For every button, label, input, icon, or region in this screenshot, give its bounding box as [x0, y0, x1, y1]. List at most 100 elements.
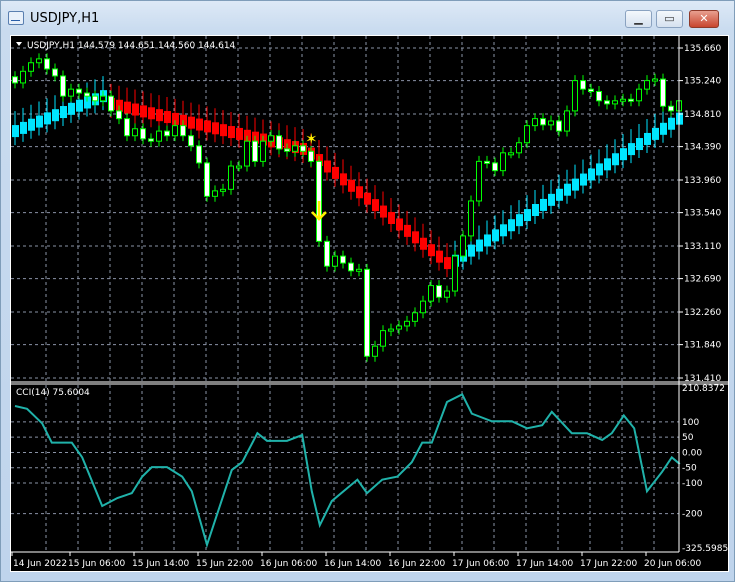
candle	[604, 100, 610, 105]
maximize-icon: ▭	[664, 12, 675, 25]
candle	[508, 152, 514, 156]
candle	[588, 88, 594, 92]
overlay-bar	[396, 218, 403, 231]
close-button[interactable]: ✕	[689, 10, 719, 28]
dropdown-triangle-icon[interactable]	[16, 42, 22, 46]
price-axis-label: 135.240	[684, 77, 721, 87]
candles	[12, 53, 682, 362]
overlay-bar	[156, 109, 163, 122]
cci-indicator	[14, 393, 681, 549]
candle	[492, 162, 498, 172]
overlay-bar	[524, 209, 531, 222]
overlay-bar	[332, 166, 339, 179]
candle	[92, 95, 98, 102]
candle	[572, 80, 578, 112]
cci-line	[14, 393, 681, 549]
candle	[228, 165, 234, 190]
candle	[164, 130, 170, 137]
candle	[252, 140, 258, 162]
time-axis-label: 14 Jun 2022	[13, 559, 67, 569]
candle	[420, 300, 426, 314]
overlay-bar	[44, 112, 51, 125]
overlay-bar	[404, 224, 411, 237]
chart-area[interactable]: ✶ 135.660 135.240 134.810 134.390 133.960 133…	[10, 35, 729, 572]
cci-label: CCI(14) 75.6004	[16, 388, 90, 398]
overlay-bar	[340, 173, 347, 186]
overlay-bar	[660, 122, 667, 135]
candle	[380, 330, 386, 347]
overlay-bar	[60, 106, 67, 119]
overlay-bar	[628, 143, 635, 156]
candle	[116, 110, 122, 120]
overlay-bar	[420, 237, 427, 250]
star-icon: ✶	[305, 130, 318, 148]
overlay-bar	[124, 101, 131, 114]
overlay-bar	[556, 188, 563, 201]
time-axis-label: 15 Jun 22:00	[196, 559, 253, 569]
candle	[460, 235, 466, 257]
candle	[28, 62, 34, 72]
candle	[324, 240, 330, 267]
candle	[668, 105, 674, 112]
candle	[148, 138, 154, 142]
overlay-bar	[76, 99, 83, 112]
candle	[60, 75, 66, 97]
overlay-bar	[36, 115, 43, 128]
overlay-bar	[28, 118, 35, 131]
chart-header: USDJPY,H1 144.579 144.651 144.560 144.61…	[16, 41, 236, 51]
candle	[332, 255, 338, 267]
overlay-bar	[68, 102, 75, 115]
overlay-bar	[508, 219, 515, 232]
candle	[388, 328, 394, 332]
price-axis-label: 132.260	[684, 308, 721, 318]
cci-axis-label: -200	[682, 510, 703, 520]
candle	[564, 110, 570, 132]
time-axis-label: 15 Jun 06:00	[68, 559, 125, 569]
arrow-down-icon	[311, 201, 327, 221]
overlay-bar	[652, 127, 659, 140]
candle	[452, 255, 458, 292]
minimize-button[interactable]: ▁	[625, 10, 652, 28]
overlay-bar	[52, 109, 59, 122]
candle	[292, 145, 298, 152]
candle	[660, 78, 666, 107]
candle	[396, 325, 402, 330]
overlay-bar	[148, 107, 155, 120]
candle	[444, 290, 450, 298]
candle	[52, 68, 58, 77]
candle	[636, 88, 642, 102]
candle	[620, 98, 626, 102]
time-axis-label: 16 Jun 06:00	[260, 559, 317, 569]
time-axis-label: 17 Jun 22:00	[580, 559, 637, 569]
symbol-ohlc-label: USDJPY,H1 144.579 144.651 144.560 144.61…	[27, 41, 236, 51]
time-axis-label: 16 Jun 22:00	[388, 559, 445, 569]
overlay-bar	[356, 186, 363, 199]
overlay-bar	[20, 121, 27, 134]
overlay-bar	[12, 125, 19, 138]
price-chart-svg: ✶ 135.660 135.240 134.810 134.390 133.960 133…	[11, 36, 728, 569]
candle	[524, 125, 530, 144]
candle	[188, 135, 194, 147]
overlay-bar	[604, 158, 611, 171]
overlay-bar	[196, 118, 203, 131]
candle	[244, 140, 250, 167]
overlay-bar	[140, 105, 147, 118]
candle	[428, 285, 434, 302]
cci-axis-label: -50	[682, 464, 697, 474]
overlay-bar	[164, 111, 171, 124]
price-axis-label: 131.840	[684, 341, 721, 351]
candle	[196, 145, 202, 164]
price-axis-label: 133.960	[684, 176, 721, 186]
candle	[284, 148, 290, 152]
time-axis-label: 17 Jun 06:00	[452, 559, 509, 569]
maximize-button[interactable]: ▭	[656, 10, 683, 28]
overlay-bar	[668, 117, 675, 130]
signal-markers: ✶	[305, 130, 327, 221]
candle	[212, 190, 218, 197]
time-axis-label: 16 Jun 14:00	[324, 559, 381, 569]
candle	[36, 58, 42, 64]
cci-axis-label: 50	[682, 433, 694, 443]
overlay-bar	[572, 178, 579, 191]
cci-axis-label: 100	[682, 418, 699, 428]
title-bar[interactable]: USDJPY,H1 ▁ ▭ ✕	[1, 1, 734, 33]
